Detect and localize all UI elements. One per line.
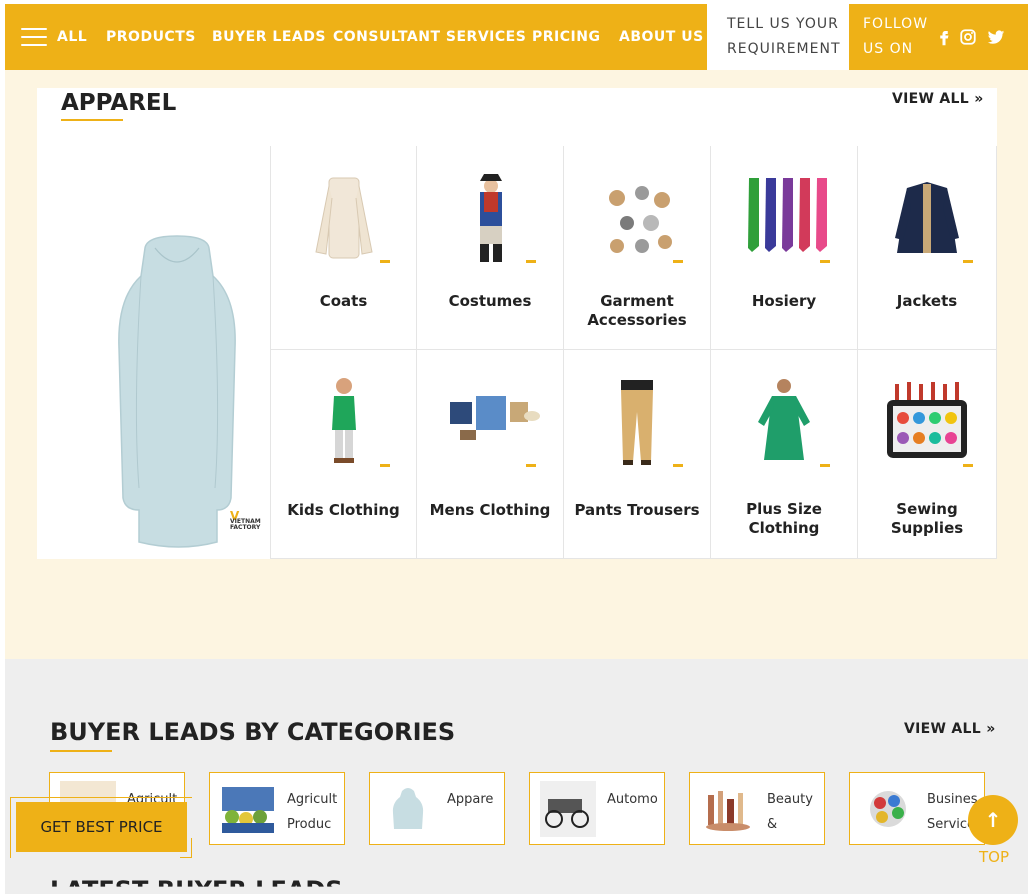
category-thumb-kids-clothing: [331, 378, 390, 467]
category-label: Kids Clothing: [287, 501, 400, 519]
follow-line-2: US ON: [863, 41, 914, 57]
lead-thumb-automotive: [540, 781, 596, 837]
category-label: Jackets: [896, 292, 958, 310]
category-label: Sewing Supplies: [890, 500, 964, 537]
double-chevron-right-icon: »: [974, 91, 984, 107]
category-cell-pants-trousers[interactable]: Pants Trousers: [564, 350, 711, 559]
lead-card-apparel[interactable]: Appare: [369, 772, 505, 845]
category-thumb-sewing-supplies: [887, 382, 973, 467]
category-cell-coats[interactable]: Coats: [270, 146, 417, 350]
category-thumb-garment-accessories: [609, 186, 683, 263]
follow-us-label: FOLLOW US ON: [863, 12, 928, 62]
category-cell-garment-accessories[interactable]: Garment Accessories: [564, 146, 711, 350]
leads-title-underline: [50, 750, 112, 752]
category-label: Hosiery: [751, 292, 817, 310]
lead-name: Agricult Produc: [287, 792, 337, 832]
top-nav: ALL PRODUCTS BUYER LEADS CONSULTANT SERV…: [5, 4, 1028, 70]
instagram-icon[interactable]: [959, 28, 977, 46]
category-thumb-plus-size-clothing: [758, 379, 830, 467]
category-thumb-mens-clothing: [450, 396, 540, 467]
facebook-icon[interactable]: [935, 28, 953, 46]
category-cell-plus-size-clothing[interactable]: Plus Size Clothing: [711, 350, 858, 559]
lead-card-automotive[interactable]: Automo: [529, 772, 665, 845]
view-all-label: VIEW ALL: [892, 91, 970, 107]
lead-thumb-beauty: [700, 781, 756, 837]
scroll-top-button[interactable]: ↑: [968, 795, 1018, 845]
category-cell-jackets[interactable]: Jackets: [858, 146, 997, 350]
category-cell-hosiery[interactable]: Hosiery: [711, 146, 858, 350]
lead-card-business-services[interactable]: Busines Service: [849, 772, 985, 845]
arrow-up-icon: ↑: [984, 808, 1002, 832]
get-best-price-button[interactable]: GET BEST PRICE: [16, 802, 187, 852]
category-thumb-coats: [314, 177, 390, 263]
nav-all[interactable]: ALL: [57, 29, 87, 45]
top-label[interactable]: TOP: [979, 848, 1009, 866]
lead-thumb-business-services: [860, 781, 916, 837]
lead-thumb-agricultural-products: [220, 781, 276, 837]
lead-thumb-apparel: [380, 781, 436, 837]
category-cell-mens-clothing[interactable]: Mens Clothing: [417, 350, 564, 559]
category-label: Coats: [319, 292, 368, 310]
category-cell-kids-clothing[interactable]: Kids Clothing: [270, 350, 417, 559]
tell-line-1: TELL US YOUR: [727, 16, 839, 32]
category-cell-sewing-supplies[interactable]: Sewing Supplies: [858, 350, 997, 559]
hamburger-menu-icon[interactable]: [21, 28, 47, 48]
apparel-card: APPAREL VIEW ALL » V VIETNAM FACTORY Coat…: [37, 88, 997, 559]
leads-view-all-link[interactable]: VIEW ALL »: [904, 721, 996, 737]
category-cell-costumes[interactable]: Costumes: [417, 146, 564, 350]
category-label: Pants Trousers: [574, 501, 700, 519]
twitter-icon[interactable]: [986, 28, 1006, 46]
category-label: Garment Accessories: [587, 292, 687, 329]
lead-card-beauty[interactable]: Beauty &: [689, 772, 825, 845]
hero-hoodie-image[interactable]: [67, 148, 267, 548]
leads-view-all-label: VIEW ALL: [904, 721, 982, 737]
category-label: Costumes: [448, 292, 532, 310]
nav-buyer-leads[interactable]: BUYER LEADS: [212, 29, 326, 45]
lead-card-agricultural-products[interactable]: Agricult Produc: [209, 772, 345, 845]
category-thumb-costumes: [480, 174, 536, 263]
title-underline: [61, 119, 123, 121]
apparel-title: APPAREL: [61, 90, 177, 116]
lead-name: Beauty &: [767, 792, 813, 832]
category-label: Plus Size Clothing: [746, 500, 822, 537]
nav-pricing[interactable]: PRICING: [532, 29, 600, 45]
double-chevron-right-icon: »: [986, 721, 996, 737]
buyer-leads-title: BUYER LEADS BY CATEGORIES: [50, 718, 456, 746]
tell-us-requirement-button[interactable]: TELL US YOUR REQUIREMENT: [707, 4, 849, 70]
hero-badge-logo: V VIETNAM FACTORY: [230, 509, 261, 531]
apparel-view-all-link[interactable]: VIEW ALL »: [892, 91, 984, 107]
category-thumb-jackets: [895, 182, 973, 263]
lead-name: Automo: [607, 792, 657, 807]
nav-about-us[interactable]: ABOUT US: [619, 29, 704, 45]
nav-products[interactable]: PRODUCTS: [106, 29, 196, 45]
nav-consultant-services[interactable]: CONSULTANT SERVICES: [333, 29, 526, 45]
tell-line-2: REQUIREMENT: [727, 41, 841, 57]
lead-name: Appare: [447, 792, 494, 807]
category-thumb-pants-trousers: [621, 380, 683, 467]
category-label: Mens Clothing: [429, 501, 551, 519]
follow-line-1: FOLLOW: [863, 16, 929, 32]
category-thumb-hosiery: [748, 178, 830, 263]
